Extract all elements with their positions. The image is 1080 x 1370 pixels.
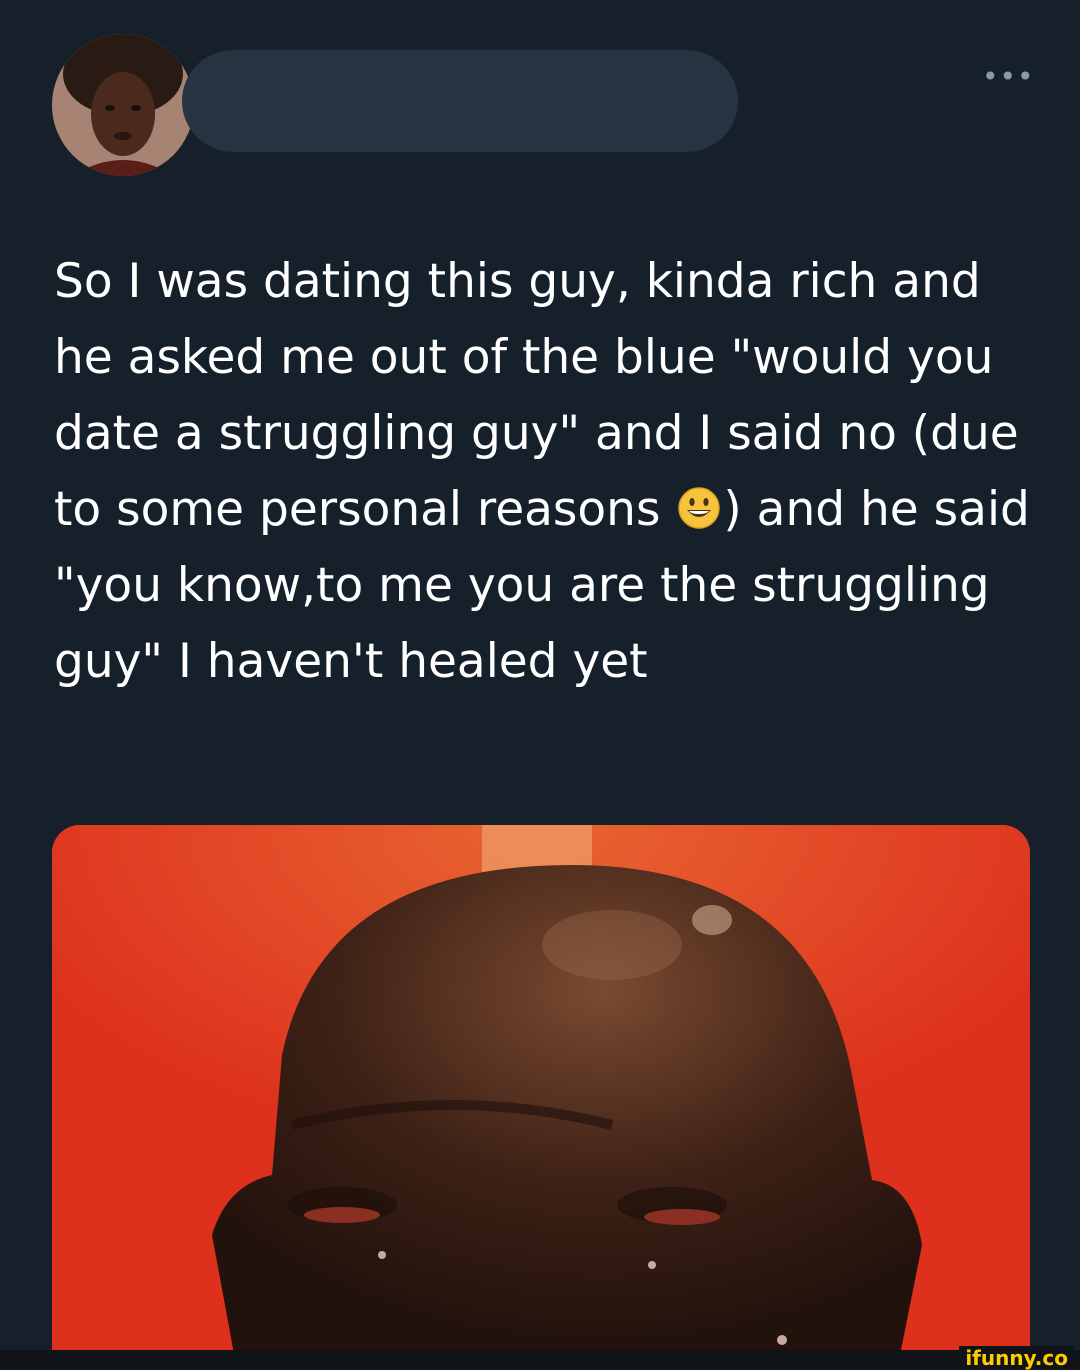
grinning-face-emoji-icon (678, 487, 721, 529)
tweet-media-image[interactable] (52, 825, 1030, 1370)
user-avatar[interactable] (52, 34, 194, 176)
ifunny-watermark: ifunny.co (959, 1346, 1074, 1370)
watermark-bar (0, 1350, 1080, 1370)
redacted-username (182, 50, 738, 152)
avatar-photo (52, 34, 194, 176)
crying-man-photo (52, 825, 1030, 1370)
tweet-text: So I was dating this guy, kinda rich and… (54, 244, 1044, 700)
more-horizontal-icon: ••• (982, 60, 1035, 93)
more-options-button[interactable]: ••• (982, 62, 1034, 92)
